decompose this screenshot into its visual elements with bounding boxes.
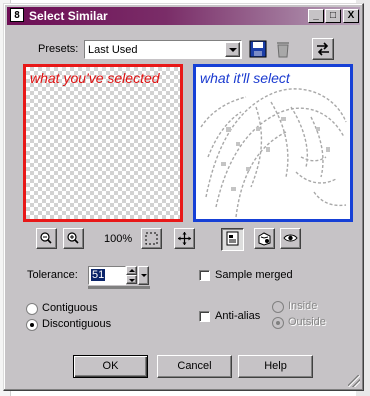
result-selection-caption: what it'll select: [200, 70, 290, 86]
zoom-out-icon: [40, 232, 52, 244]
save-icon: [249, 40, 267, 58]
presets-dropdown[interactable]: Last Used: [84, 40, 242, 59]
cancel-button[interactable]: Cancel: [157, 355, 232, 378]
reset-icon: [317, 42, 329, 56]
current-selection-preview[interactable]: what you've selected: [23, 64, 183, 222]
contiguous-radio[interactable]: [26, 303, 38, 315]
inside-label: Inside: [288, 300, 318, 312]
discontiguous-label[interactable]: Discontiguous: [42, 318, 111, 330]
delete-preset-button[interactable]: [272, 38, 294, 60]
zoom-in-icon: [67, 232, 79, 244]
anti-alias-label[interactable]: Anti-alias: [215, 310, 260, 322]
radio-selected-dot: [276, 321, 280, 325]
app-icon: 8: [10, 8, 24, 22]
auto-proof-icon: [258, 232, 271, 246]
delete-icon: [277, 42, 289, 58]
result-selection-preview[interactable]: what it'll select: [193, 64, 353, 222]
maximize-button[interactable]: □: [325, 9, 341, 23]
chevron-down-icon[interactable]: [225, 42, 240, 57]
anti-alias-checkbox[interactable]: [199, 311, 210, 322]
title-bar[interactable]: 8 Select Similar _ □ X: [7, 7, 360, 25]
help-button[interactable]: Help: [238, 355, 313, 378]
chevron-down-icon: [141, 274, 147, 277]
auto-proof-button[interactable]: [254, 228, 275, 249]
presets-label: Presets:: [38, 43, 79, 55]
current-selection-caption: what you've selected: [30, 70, 160, 86]
discontiguous-radio[interactable]: [26, 319, 38, 331]
marquee-button[interactable]: [141, 228, 162, 249]
sample-merged-label[interactable]: Sample merged: [215, 269, 293, 281]
reset-preset-button[interactable]: [312, 38, 334, 60]
spin-up-icon[interactable]: [126, 266, 137, 275]
preview-toggle-button[interactable]: [280, 228, 301, 249]
tolerance-value: 51: [91, 269, 106, 281]
ok-button[interactable]: OK: [73, 355, 148, 378]
marquee-icon: [145, 232, 158, 245]
tolerance-input[interactable]: 51: [88, 266, 126, 285]
eye-icon: [283, 234, 298, 242]
select-similar-dialog: 8 Select Similar _ □ X Presets: Last Use…: [3, 3, 364, 391]
resize-grip-icon[interactable]: [348, 375, 360, 387]
presets-value: Last Used: [88, 44, 138, 56]
proof-icon: [226, 231, 239, 246]
save-preset-button[interactable]: [247, 38, 269, 60]
zoom-out-button[interactable]: [36, 228, 57, 249]
tolerance-slider-track[interactable]: [88, 286, 150, 289]
sketch-preview-image: [200, 88, 347, 218]
zoom-level: 100%: [104, 233, 133, 245]
inside-radio[interactable]: [272, 301, 284, 313]
tolerance-label: Tolerance:: [27, 269, 78, 281]
minimize-button[interactable]: _: [308, 9, 324, 23]
outside-radio[interactable]: [272, 317, 284, 329]
sample-merged-checkbox[interactable]: [199, 270, 210, 281]
window-title: Select Similar: [29, 9, 108, 23]
tolerance-slider-button[interactable]: [138, 266, 149, 285]
pan-icon: [178, 232, 191, 245]
tolerance-spinner[interactable]: [126, 266, 137, 285]
zoom-in-button[interactable]: [63, 228, 84, 249]
pan-button[interactable]: [174, 228, 195, 249]
proof-button[interactable]: [221, 228, 244, 251]
contiguous-label[interactable]: Contiguous: [42, 302, 98, 314]
spin-down-icon[interactable]: [126, 275, 137, 284]
outside-label: Outside: [288, 316, 326, 328]
close-button[interactable]: X: [343, 9, 359, 23]
radio-selected-dot: [30, 323, 34, 327]
